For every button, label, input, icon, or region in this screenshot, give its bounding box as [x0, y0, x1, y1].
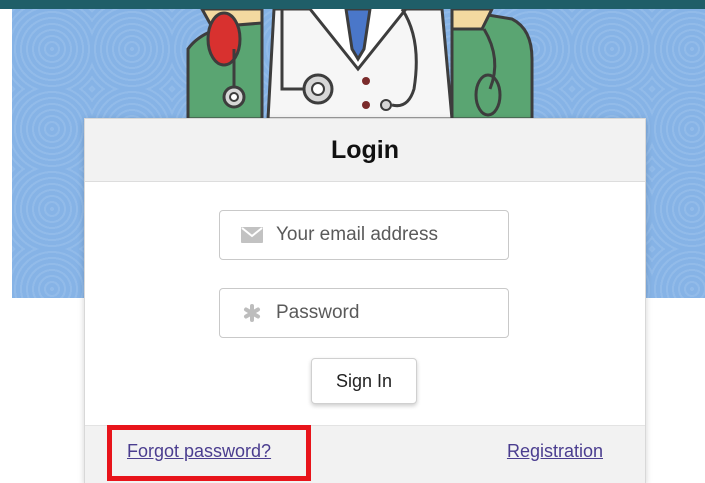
sign-in-button[interactable]: Sign In: [311, 358, 417, 404]
email-field[interactable]: [219, 210, 509, 260]
email-input[interactable]: [276, 224, 496, 246]
registration-link[interactable]: Registration: [507, 441, 603, 462]
login-header: Login: [85, 119, 645, 182]
password-input[interactable]: [276, 302, 496, 324]
login-card: Login Sign In Forgot password? Registrat…: [84, 118, 646, 483]
login-title: Login: [330, 135, 400, 164]
login-footer: Forgot password? Registration: [85, 425, 645, 483]
asterisk-icon: [239, 302, 265, 324]
forgot-password-link[interactable]: Forgot password?: [127, 441, 271, 462]
envelope-icon: [239, 224, 265, 246]
password-field[interactable]: [219, 288, 509, 338]
top-bar: [0, 0, 705, 9]
